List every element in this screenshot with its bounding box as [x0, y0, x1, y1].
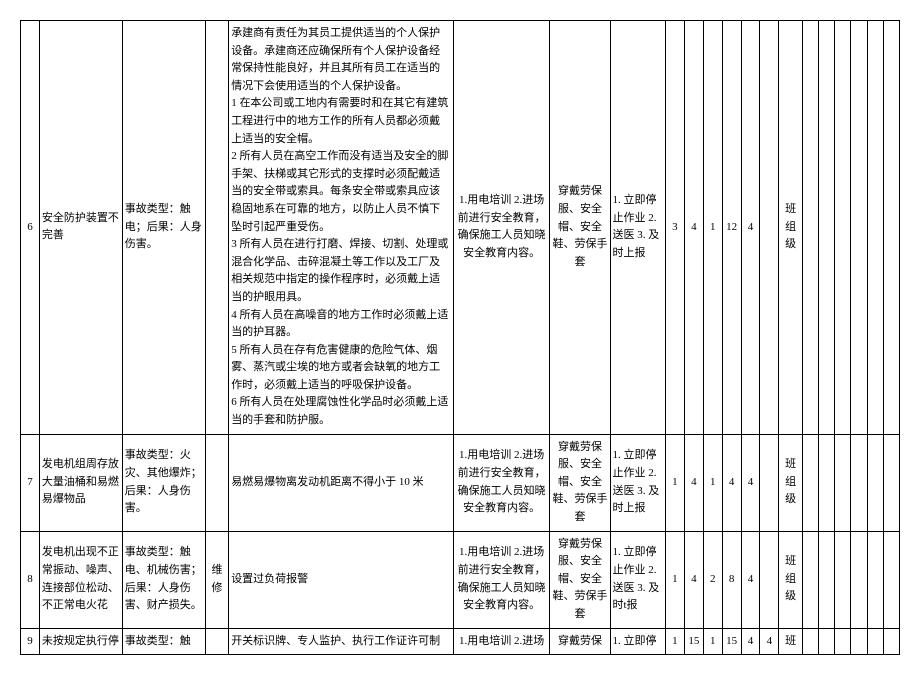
control-measures: 设置过负荷报警	[229, 531, 454, 628]
num2: 4	[684, 21, 703, 435]
training: 1.用电培训 2.进场前进行安全教育，确保施工人员知晓安全教育内容。	[453, 434, 550, 531]
num4: 8	[722, 531, 741, 628]
level: 班组级	[779, 434, 802, 531]
accident-type: 事故类型：触电；后果：人身伤害。	[122, 21, 205, 435]
ppe: 穿戴劳保服、安全帽、安全鞋、劳保手套	[550, 21, 610, 435]
e3	[835, 434, 851, 531]
e4	[851, 531, 867, 628]
num1: 3	[665, 21, 684, 435]
hazard-item: 安全防护装置不完善	[39, 21, 122, 435]
emergency: 1. 立即停止作业 2. 送医 3. 及时t报	[610, 531, 665, 628]
num5: 4	[741, 531, 760, 628]
accident-type: 事故类型：触电、机械伤害；后果：人身伤害、财产损失。	[122, 531, 205, 628]
e6	[883, 531, 899, 628]
ppe: 穿戴劳保服、安全帽、安全鞋、劳保手套	[550, 434, 610, 531]
num2: 4	[684, 434, 703, 531]
training: 1.用电培训 2.进场前进行安全教育，确保施工人员知晓安全教育内容。	[453, 21, 550, 435]
level: 班组级	[779, 21, 802, 435]
row-id: 8	[21, 531, 40, 628]
accident-type: 事故类型：火灾、其他爆炸；后果：人身伤害。	[122, 434, 205, 531]
e3	[835, 531, 851, 628]
num6	[760, 21, 779, 435]
ppe: 穿戴劳保服、安全帽、安全鞋、劳保手套	[550, 531, 610, 628]
hazard-item: 发电机出现不正常振动、噪声、连接部位松动、不正常电火花	[39, 531, 122, 628]
table-row: 7发电机组周存放大量油桶和易燃易爆物品事故类型：火灾、其他爆炸；后果：人身伤害。…	[21, 434, 900, 531]
e6	[883, 21, 899, 435]
e4	[851, 434, 867, 531]
risk-assessment-table: 6安全防护装置不完善事故类型：触电；后果：人身伤害。承建商有责任为其员工提供适当…	[20, 20, 900, 655]
num1: 1	[665, 531, 684, 628]
level: 班组级	[779, 531, 802, 628]
num6	[760, 434, 779, 531]
e2	[818, 434, 834, 531]
table-row: 6安全防护装置不完善事故类型：触电；后果：人身伤害。承建商有责任为其员工提供适当…	[21, 21, 900, 435]
e1	[802, 21, 818, 435]
e3	[835, 21, 851, 435]
num4: 12	[722, 21, 741, 435]
emergency: 1. 立即停止作业 2. 送医 3. 及时上报	[610, 434, 665, 531]
num3: 2	[703, 531, 722, 628]
num3: 1	[703, 434, 722, 531]
e2	[818, 531, 834, 628]
e4	[851, 21, 867, 435]
e5	[867, 434, 883, 531]
e1	[802, 434, 818, 531]
extra-col: 维修	[205, 531, 228, 628]
e6	[883, 434, 899, 531]
num6	[760, 531, 779, 628]
hazard-item: 发电机组周存放大量油桶和易燃易爆物品	[39, 434, 122, 531]
num5: 4	[741, 21, 760, 435]
num4: 4	[722, 434, 741, 531]
num3: 1	[703, 21, 722, 435]
e5	[867, 21, 883, 435]
extra-col	[205, 21, 228, 435]
control-measures: 承建商有责任为其员工提供适当的个人保护设备。承建商还应确保所有个人保护设备经常保…	[229, 21, 454, 435]
e2	[818, 21, 834, 435]
emergency: 1. 立即停止作业 2. 送医 3. 及时上报	[610, 21, 665, 435]
table-row: 8发电机出现不正常振动、噪声、连接部位松动、不正常电火花事故类型：触电、机械伤害…	[21, 531, 900, 628]
row-id: 7	[21, 434, 40, 531]
num1: 1	[665, 434, 684, 531]
e5	[867, 531, 883, 628]
num2: 4	[684, 531, 703, 628]
num5: 4	[741, 434, 760, 531]
extra-col	[205, 434, 228, 531]
training: 1.用电培训 2.进场前进行安全教育，确保施工人员知晓安全教育内容。	[453, 531, 550, 628]
control-measures: 易燃易爆物离发动机距离不得小于 10 米	[229, 434, 454, 531]
row-id: 6	[21, 21, 40, 435]
e1	[802, 531, 818, 628]
